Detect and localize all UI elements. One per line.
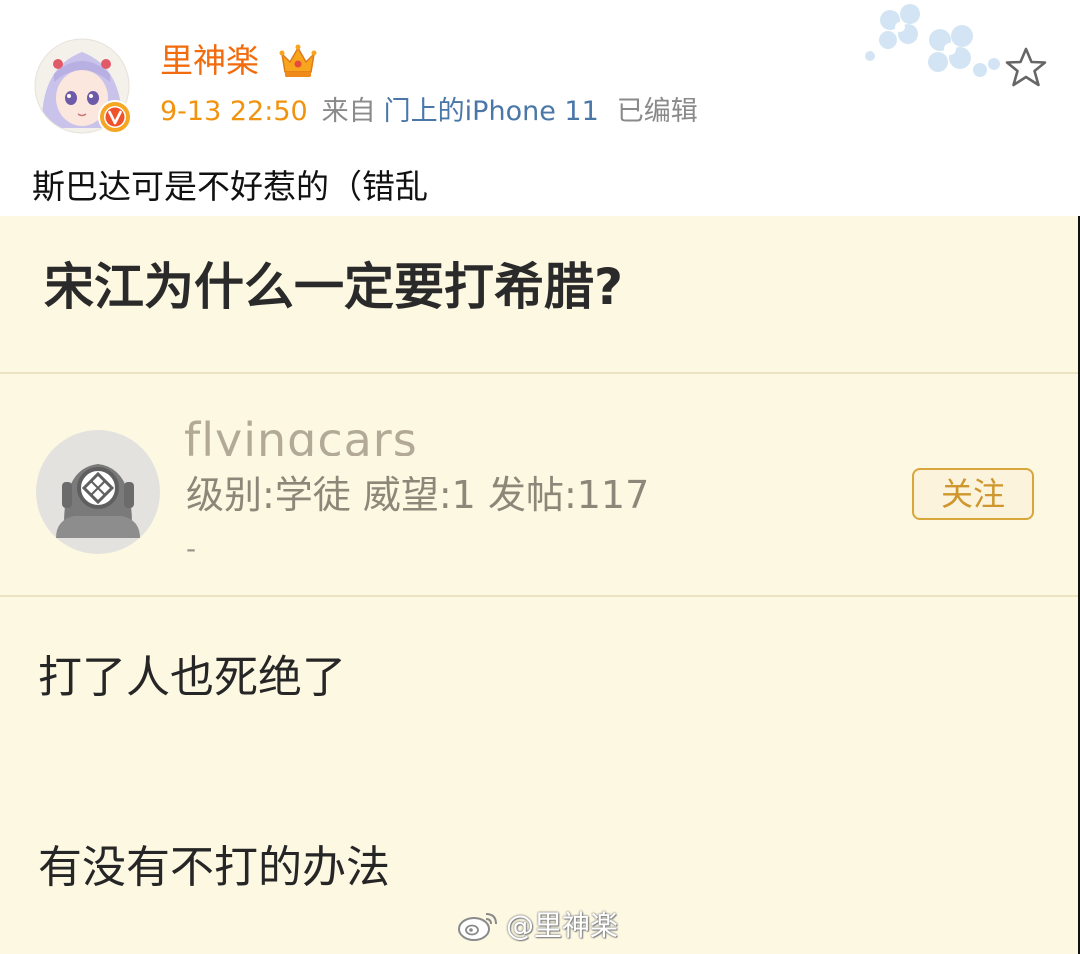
edited-label: 已编辑 [616,96,698,127]
post-meta: 9-13 22:50 来自 门上的iPhone 11 已编辑 [160,94,698,130]
username[interactable]: 里神楽 [160,38,259,84]
poster-name: flyingcars [184,413,418,456]
divider [0,595,1078,597]
post-text: 斯巴达可是不好惹的（错乱 [32,167,428,206]
reply-line: 有没有不打的办法 [38,842,390,893]
source-label: 来自 [321,96,376,127]
verified-v-icon [98,100,132,134]
post-time: 9-13 22:50 [160,96,308,127]
poster-stats: 级别:学徒 威望:1 发帖:117 [186,473,650,517]
weibo-logo-icon [458,913,497,941]
crown-icon [279,44,317,77]
source-device-link[interactable]: 门上的iPhone 11 [384,96,599,127]
divider [0,372,1078,374]
watermark-text: @里神楽 [506,909,619,942]
thread-title: 宋江为什么一定要打希腊? [44,258,624,316]
favorite-star-button[interactable] [1004,46,1048,90]
reply-line: 打了人也死绝了 [38,652,346,703]
embedded-screenshot[interactable]: 宋江为什么一定要打希腊? flyingcars 级别:学徒 威望:1 发帖:11… [0,216,1080,954]
decorative-flowers [865,4,1000,77]
poster-extra: - [186,532,197,565]
diver-helmet-icon [36,430,160,554]
follow-button[interactable]: 关注 [912,468,1034,520]
